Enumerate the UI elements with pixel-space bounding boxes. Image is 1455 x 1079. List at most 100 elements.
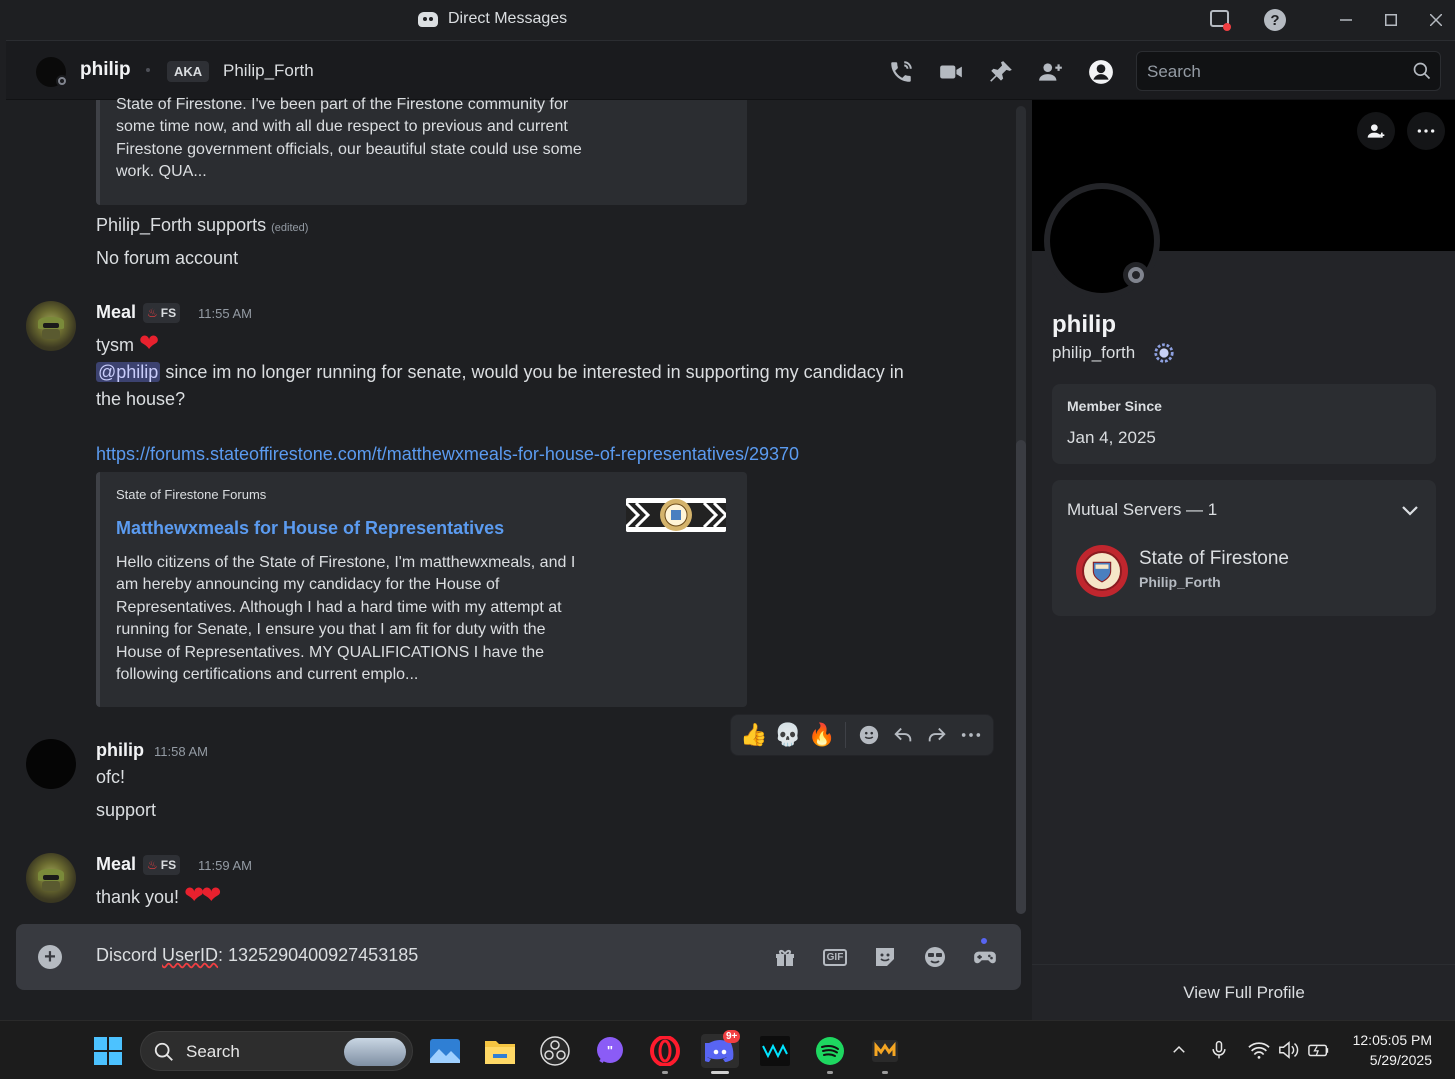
dm-recipient-name[interactable]: philip	[80, 59, 131, 81]
voice-call-icon[interactable]	[888, 59, 914, 85]
maximize-icon[interactable]	[1368, 0, 1414, 40]
embed-title-link[interactable]: Matthewxmeals for House of Representativ…	[116, 518, 504, 539]
chevron-down-icon[interactable]	[1398, 498, 1422, 522]
search-placeholder: Search	[1147, 62, 1201, 81]
server-tag[interactable]: ♨ FS	[143, 855, 181, 875]
message-author[interactable]: Meal	[96, 302, 136, 323]
separator-dot	[146, 68, 150, 72]
view-full-profile-button[interactable]: View Full Profile	[1032, 964, 1455, 1020]
embed-description-line: running for Senate, I ensure you that I …	[116, 621, 546, 638]
window-title: Direct Messages	[418, 10, 567, 28]
close-icon[interactable]	[1413, 0, 1455, 40]
link-embed: State of Firestone. I've been part of th…	[96, 96, 747, 205]
nitro-badge-icon[interactable]	[1153, 342, 1175, 364]
message-content: tysm ❤	[96, 329, 159, 358]
gif-label: GIF	[822, 948, 848, 966]
apps-icon[interactable]	[972, 944, 998, 970]
chevron-up-icon[interactable]	[1168, 1039, 1190, 1061]
fire-reaction[interactable]: 🔥	[805, 718, 839, 752]
message-timestamp[interactable]: 11:59 AM	[198, 858, 252, 873]
forward-icon[interactable]	[920, 718, 954, 752]
message-text: Philip_Forth supports	[96, 215, 267, 235]
message-content: Philip_Forth supports (edited)	[96, 215, 308, 236]
user-profile-icon[interactable]	[1088, 59, 1114, 85]
add-friend-icon[interactable]	[1357, 112, 1395, 150]
video-call-icon[interactable]	[938, 59, 964, 85]
message-author[interactable]: philip	[96, 740, 144, 761]
add-reaction-icon[interactable]	[852, 718, 886, 752]
message-input[interactable]: Discord UserID: 1325290400927453185	[96, 945, 418, 966]
discord-taskbar-icon[interactable]: 9+	[701, 1030, 741, 1068]
message-text: tysm	[96, 335, 134, 355]
server-icon[interactable]	[1076, 545, 1128, 597]
window-title-text: Direct Messages	[448, 10, 568, 27]
message-timestamp[interactable]: 11:58 AM	[154, 744, 208, 759]
game-launcher-icon[interactable]	[868, 1034, 902, 1068]
taskbar-search[interactable]: Search	[140, 1031, 413, 1071]
avatar[interactable]	[26, 301, 76, 351]
apps-notification-dot	[979, 936, 989, 946]
volume-icon[interactable]	[1278, 1039, 1300, 1061]
reply-icon[interactable]	[886, 718, 920, 752]
search-input[interactable]: Search	[1136, 51, 1441, 91]
emoji-icon[interactable]	[922, 944, 948, 970]
sticker-icon[interactable]	[872, 944, 898, 970]
thumbs-up-reaction[interactable]: 👍	[737, 718, 771, 752]
message-link[interactable]: https://forums.stateoffirestone.com/t/ma…	[96, 444, 799, 465]
embed-description-line: am hereby announcing my candidacy for th…	[116, 576, 500, 593]
message-text: since im no longer running for senate, w…	[160, 362, 904, 382]
more-icon[interactable]	[954, 718, 988, 752]
mutual-servers-card[interactable]: Mutual Servers — 1 State of Firestone Ph…	[1052, 480, 1436, 616]
upload-plus-icon[interactable]: +	[38, 945, 62, 969]
clock-date: 5/29/2025	[1369, 1052, 1432, 1068]
taskbar-running-indicator	[662, 1071, 668, 1074]
opera-browser-icon[interactable]	[648, 1034, 682, 1068]
help-icon[interactable]: ?	[1263, 8, 1287, 32]
embed-provider[interactable]: State of Firestone Forums	[116, 487, 266, 502]
taskbar-running-indicator	[827, 1071, 833, 1074]
message-author[interactable]: Meal	[96, 854, 136, 875]
message-content: ofc!	[96, 767, 126, 787]
windows-start-icon[interactable]	[91, 1034, 125, 1068]
gift-icon[interactable]	[772, 944, 798, 970]
avatar[interactable]	[26, 739, 76, 789]
edited-label: (edited)	[271, 222, 309, 234]
user-mention[interactable]: @philip	[96, 362, 161, 382]
member-since-label: Member Since	[1067, 398, 1162, 414]
mutual-server-nickname: Philip_Forth	[1139, 574, 1221, 590]
add-friends-to-dm-icon[interactable]	[1038, 59, 1064, 85]
message-timestamp[interactable]: 11:55 AM	[198, 306, 252, 321]
microphone-icon[interactable]	[1208, 1039, 1230, 1061]
gif-icon[interactable]: GIF	[822, 944, 848, 970]
scrollbar-thumb[interactable]	[1016, 440, 1026, 914]
skull-reaction[interactable]: 💀	[771, 718, 805, 752]
profile-username[interactable]: philip_forth	[1052, 343, 1135, 363]
input-text: Discord	[96, 945, 163, 965]
file-explorer-icon[interactable]	[483, 1034, 517, 1068]
embed-thumbnail[interactable]	[626, 498, 726, 532]
embed-description-line: following certifications and current emp…	[116, 666, 419, 683]
mutual-server-name[interactable]: State of Firestone	[1139, 548, 1289, 570]
heart-emoji-icon: ❤❤	[184, 882, 221, 909]
chat-app-icon[interactable]: "	[593, 1034, 627, 1068]
message-composer[interactable]: + Discord UserID: 1325290400927453185 GI…	[16, 924, 1021, 990]
inbox-icon[interactable]	[1208, 8, 1232, 32]
more-options-icon[interactable]	[1407, 112, 1445, 150]
mutual-servers-label[interactable]: Mutual Servers — 1	[1067, 500, 1217, 520]
minimize-icon[interactable]	[1323, 0, 1369, 40]
server-tag[interactable]: ♨ FS	[143, 303, 181, 323]
message-content: thank you! ❤❤	[96, 881, 221, 910]
windows-taskbar: Search " 9+ 12:05:05 PM 5/29/2025	[0, 1020, 1455, 1079]
spotify-icon[interactable]	[813, 1034, 847, 1068]
battery-icon[interactable]	[1308, 1039, 1330, 1061]
photos-app-icon[interactable]	[428, 1034, 462, 1068]
avatar[interactable]	[26, 853, 76, 903]
obs-app-icon[interactable]	[538, 1034, 572, 1068]
system-clock[interactable]: 12:05:05 PM 5/29/2025	[1340, 1030, 1432, 1070]
server-tag-label: FS	[160, 858, 177, 872]
wifi-icon[interactable]	[1248, 1039, 1270, 1061]
wavy-app-icon[interactable]	[758, 1034, 792, 1068]
embed-description-line: Representatives. Although I had a hard t…	[116, 599, 562, 616]
taskbar-running-indicator	[882, 1071, 888, 1074]
pin-icon[interactable]	[988, 59, 1014, 85]
